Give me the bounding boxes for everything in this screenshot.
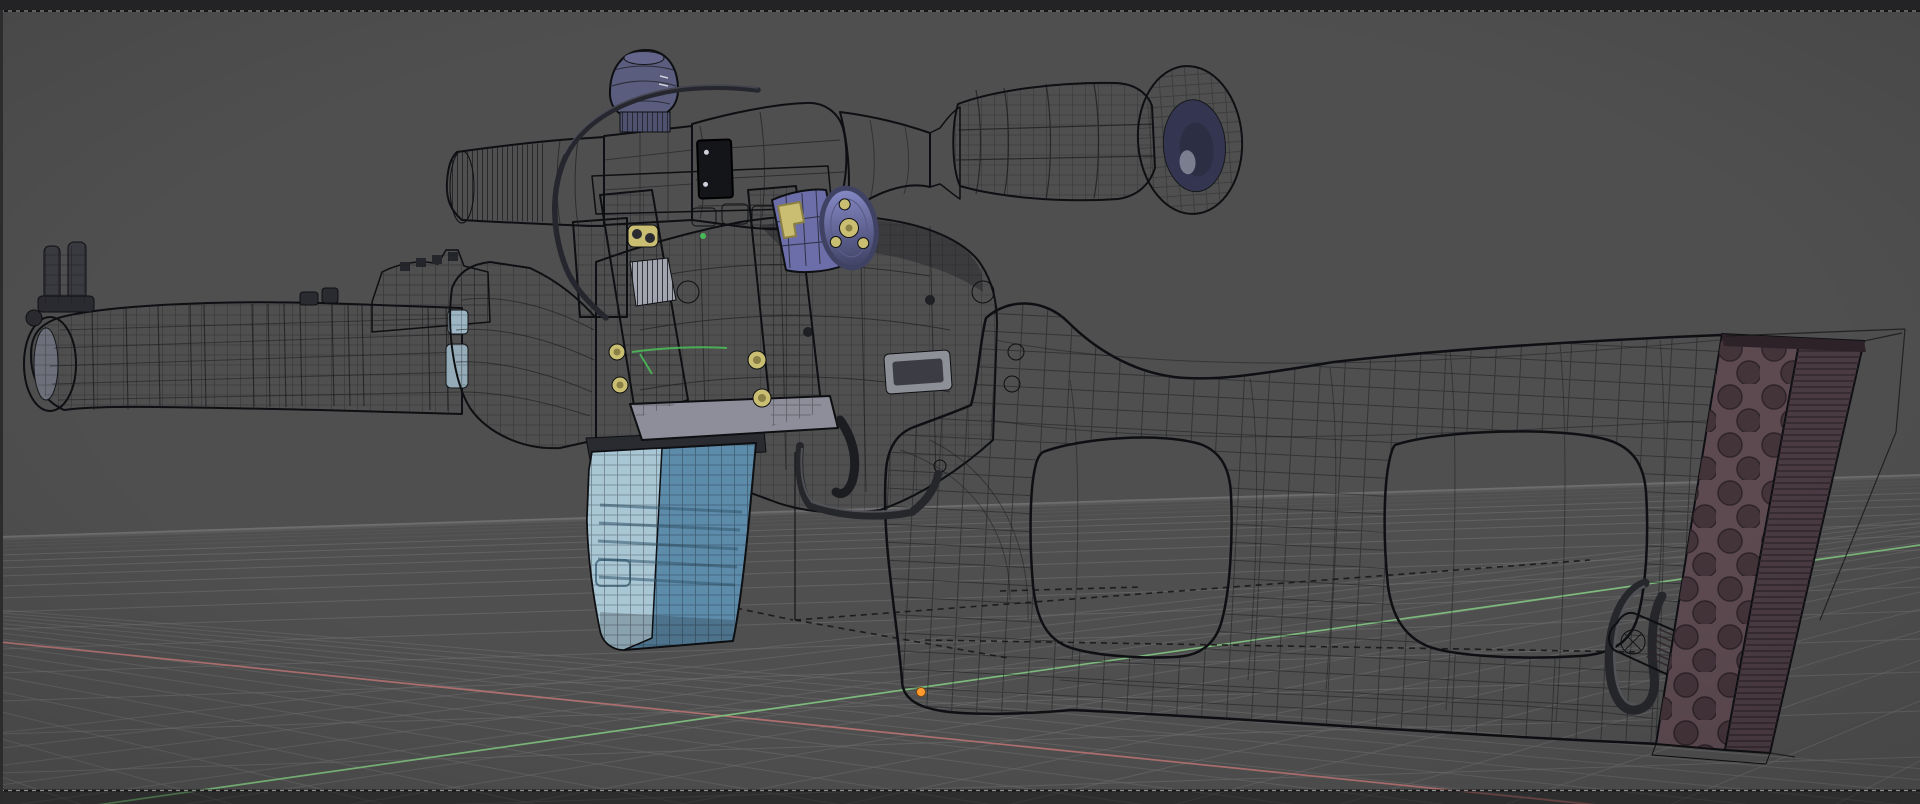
left-border: [0, 10, 3, 804]
bottom-strip: [0, 791, 1920, 804]
vignette: [0, 10, 1920, 792]
top-bar: [0, 0, 1920, 10]
viewport-3d[interactable]: [0, 0, 1920, 804]
application-window: [0, 0, 1920, 804]
